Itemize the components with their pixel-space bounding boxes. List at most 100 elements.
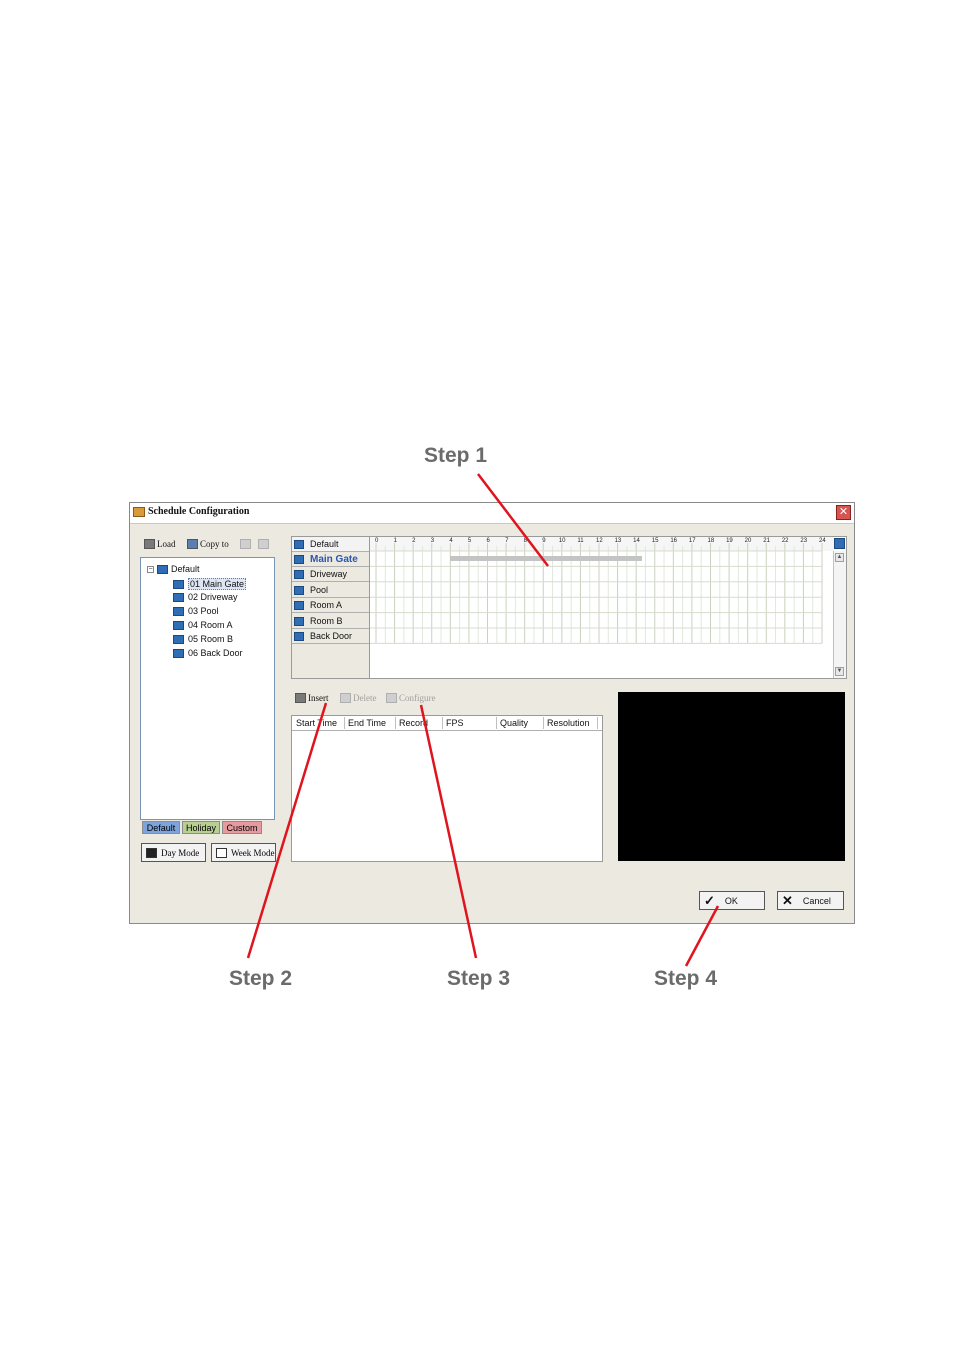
tree-item-driveway[interactable]: 02 Driveway xyxy=(173,592,238,602)
hour-label: 12 xyxy=(596,538,603,544)
add-schedule-icon xyxy=(240,539,251,549)
tab-default[interactable]: Default xyxy=(142,821,180,834)
hour-label: 10 xyxy=(558,538,566,544)
hour-label: 8 xyxy=(523,538,527,544)
tree-root-default[interactable]: − Default xyxy=(147,564,200,574)
ok-button[interactable]: ✓ OK xyxy=(699,891,765,910)
tree-root-label: Default xyxy=(171,564,200,574)
close-button[interactable]: ✕ xyxy=(836,505,851,520)
tab-holiday[interactable]: Holiday xyxy=(182,821,220,834)
week-mode-icon xyxy=(216,847,227,858)
camera-icon xyxy=(294,631,304,641)
timeline-row-room-b[interactable]: Room B xyxy=(292,614,369,629)
step-1-annotation: Step 1 xyxy=(424,444,488,467)
tree-item-label: 01 Main Gate xyxy=(188,578,247,590)
week-mode-button[interactable]: Week Mode xyxy=(211,843,276,862)
camera-label: Pool xyxy=(310,585,329,595)
tab-custom[interactable]: Custom xyxy=(222,821,262,834)
video-preview xyxy=(618,692,845,861)
copy-to-button[interactable]: Copy to xyxy=(187,539,229,549)
record-table[interactable]: Start Time End Time Record FPS Quality R… xyxy=(291,715,603,862)
schedule-configuration-window: Schedule Configuration ✕ Load Copy to − … xyxy=(129,502,855,924)
scroll-down-icon[interactable]: ▼ xyxy=(835,667,844,676)
hour-label: 24 xyxy=(819,538,826,544)
timeline-row-driveway[interactable]: Driveway xyxy=(292,567,369,582)
camera-column: Default Main Gate Driveway Pool Room A R… xyxy=(292,537,370,678)
hour-label: 6 xyxy=(486,538,490,544)
insert-button[interactable]: Insert xyxy=(295,693,329,703)
timeline-row-back-door[interactable]: Back Door xyxy=(292,629,369,644)
delete-button[interactable]: Delete xyxy=(340,693,376,703)
hour-label: 16 xyxy=(670,538,678,544)
column-header-fps[interactable]: FPS xyxy=(446,718,464,728)
timeline-header-default[interactable]: Default xyxy=(292,537,369,552)
column-separator xyxy=(597,717,598,729)
load-button[interactable]: Load xyxy=(144,539,176,549)
timeline-row-pool[interactable]: Pool xyxy=(292,583,369,598)
hour-label: 3 xyxy=(430,538,435,544)
configure-button[interactable]: Configure xyxy=(386,693,436,703)
configure-label: Configure xyxy=(399,693,436,703)
hour-label: 23 xyxy=(800,538,808,544)
hour-label: 22 xyxy=(781,538,789,544)
schedule-timeline[interactable]: Default Main Gate Driveway Pool Room A R… xyxy=(291,536,847,679)
cancel-x-icon: ✕ xyxy=(782,892,793,908)
camera-label: Driveway xyxy=(310,569,348,579)
hour-label: 14 xyxy=(633,538,640,544)
column-header-quality[interactable]: Quality xyxy=(500,718,528,728)
add-schedule-button[interactable] xyxy=(240,539,251,549)
window-title: Schedule Configuration xyxy=(148,506,250,517)
hour-label: 7 xyxy=(505,538,509,544)
camera-icon xyxy=(173,620,184,630)
timeline-row-room-a[interactable]: Room A xyxy=(292,598,369,613)
remove-schedule-button[interactable] xyxy=(258,539,269,549)
day-mode-label: Day Mode xyxy=(161,847,200,858)
scroll-up-icon[interactable]: ▲ xyxy=(835,553,844,562)
camera-tree[interactable]: − Default 01 Main Gate 02 Driveway 03 Po… xyxy=(140,557,275,820)
column-header-record[interactable]: Record xyxy=(399,718,428,728)
tree-item-room-b[interactable]: 05 Room B xyxy=(173,634,233,644)
collapse-icon[interactable]: − xyxy=(147,565,154,573)
tree-item-back-door[interactable]: 06 Back Door xyxy=(173,648,243,658)
insert-icon xyxy=(295,693,306,703)
tree-item-label: 04 Room A xyxy=(188,620,233,630)
title-bar[interactable]: Schedule Configuration ✕ xyxy=(130,503,854,524)
camera-icon xyxy=(173,634,184,644)
hour-label: 19 xyxy=(726,538,733,544)
ok-label: OK xyxy=(724,895,738,906)
hour-label: 11 xyxy=(577,538,584,544)
timeline-header-label: Default xyxy=(310,539,339,549)
cancel-button[interactable]: ✕ Cancel xyxy=(777,891,844,910)
insert-label: Insert xyxy=(308,693,329,703)
schedule-bar[interactable] xyxy=(450,556,642,561)
day-mode-button[interactable]: Day Mode xyxy=(141,843,206,862)
tree-item-pool[interactable]: 03 Pool xyxy=(173,606,219,616)
hour-label: 2 xyxy=(412,538,416,544)
tree-item-label: 03 Pool xyxy=(188,606,219,616)
column-header-resolution[interactable]: Resolution xyxy=(547,718,590,728)
column-header-end-time[interactable]: End Time xyxy=(348,718,386,728)
column-separator xyxy=(395,717,396,729)
load-icon xyxy=(144,539,155,549)
hour-label: 4 xyxy=(449,538,453,544)
column-header-start-time[interactable]: Start Time xyxy=(296,718,337,728)
record-table-header: Start Time End Time Record FPS Quality R… xyxy=(292,716,602,731)
delete-label: Delete xyxy=(353,693,377,703)
grid-settings-icon[interactable] xyxy=(834,538,845,549)
timeline-row-main-gate[interactable]: Main Gate xyxy=(292,552,369,567)
group-icon xyxy=(294,539,304,549)
timeline-scrollbar[interactable]: ▲ ▼ xyxy=(833,551,846,678)
column-separator xyxy=(496,717,497,729)
column-separator xyxy=(344,717,345,729)
checkmark-icon: ✓ xyxy=(704,892,715,908)
camera-label: Room B xyxy=(310,616,343,626)
camera-label: Main Gate xyxy=(310,553,358,565)
hour-label: 1 xyxy=(393,538,397,544)
cancel-label: Cancel xyxy=(802,895,831,906)
hour-label: 5 xyxy=(467,538,472,544)
hour-label: 13 xyxy=(614,538,622,544)
tree-item-main-gate[interactable]: 01 Main Gate xyxy=(173,578,247,590)
camera-label: Room A xyxy=(310,600,343,610)
tree-item-room-a[interactable]: 04 Room A xyxy=(173,620,233,630)
copy-to-label: Copy to xyxy=(200,539,229,549)
